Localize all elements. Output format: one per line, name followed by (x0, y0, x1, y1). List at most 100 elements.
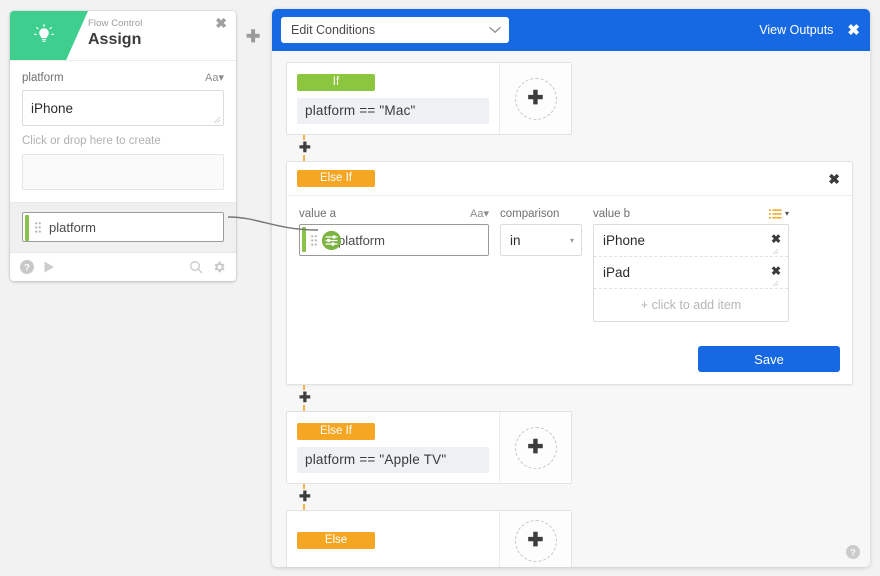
chevron-down-icon: ▾ (570, 236, 574, 245)
list-icon (769, 209, 782, 219)
condition-row-content: Else If platform == "Apple TV" (287, 412, 499, 483)
create-field-hint: Click or drop here to create (22, 130, 224, 152)
value-b-type-toggle[interactable]: ▾ (769, 206, 789, 222)
condition-row-else[interactable]: Else ✚ (286, 510, 572, 567)
connector-1: ✚ (286, 135, 572, 161)
value-b-list: iPhone ✖ iPad ✖ (593, 224, 789, 322)
list-item[interactable]: iPhone ✖ (594, 225, 788, 257)
comparison-select[interactable]: in ▾ (500, 224, 582, 256)
resize-grip-icon[interactable] (213, 116, 221, 124)
platform-field-label-row: platform Aa▾ (22, 69, 224, 87)
condition-row-content: If platform == "Mac" (287, 63, 499, 134)
create-field-dropzone[interactable] (22, 154, 224, 190)
close-icon[interactable]: ✖ (847, 23, 860, 38)
node-variable-area: platform (10, 202, 236, 252)
insert-condition-button[interactable]: ✚ (297, 489, 313, 503)
plus-icon: ✚ (528, 91, 544, 107)
node-footer: ? (10, 252, 236, 281)
condition-expression[interactable]: platform == "Mac" (297, 98, 489, 124)
screen-root: Flow Control Assign ✖ platform Aa▾ iPhon… (0, 0, 880, 576)
conditions-topbar-actions: View Outputs ✖ (759, 23, 860, 38)
remove-item-icon[interactable]: ✖ (771, 265, 781, 277)
badge-else-if: Else If (297, 170, 375, 187)
chevron-down-icon (489, 26, 501, 34)
value-b-column: value b ▾ (593, 206, 789, 322)
condition-editor-else-if: Else If ✖ value a Aa▾ (286, 161, 853, 385)
gear-icon[interactable] (212, 260, 226, 274)
help-icon[interactable]: ? (846, 545, 860, 559)
platform-value-text: iPhone (31, 101, 73, 116)
edit-conditions-select[interactable]: Edit Conditions (281, 17, 509, 43)
plus-icon: ✚ (528, 440, 544, 456)
conditions-topbar: Edit Conditions View Outputs ✖ (272, 9, 870, 51)
condition-editor-header: Else If ✖ (287, 162, 852, 196)
condition-add-cell: ✚ (499, 511, 571, 567)
search-icon[interactable] (189, 260, 203, 274)
add-action-button[interactable]: ✚ (515, 427, 557, 469)
condition-add-cell: ✚ (499, 412, 571, 483)
close-icon[interactable]: ✖ (828, 172, 840, 186)
condition-row-if[interactable]: If platform == "Mac" ✚ (286, 62, 572, 135)
text-type-toggle-icon[interactable]: Aa▾ (470, 206, 489, 222)
insert-condition-button[interactable]: ✚ (297, 390, 313, 404)
platform-value-input[interactable]: iPhone (22, 90, 224, 126)
value-a-label-row: value a Aa▾ (299, 206, 489, 222)
resize-grip-icon[interactable] (772, 248, 779, 255)
comparison-label: comparison (500, 206, 559, 222)
play-icon[interactable] (43, 260, 56, 274)
condition-row-else-if-appletv[interactable]: Else If platform == "Apple TV" ✚ (286, 411, 572, 484)
comparison-value: in (510, 233, 521, 248)
list-item-value: iPad (603, 265, 630, 280)
save-row: Save (299, 346, 840, 372)
node-title: Assign (88, 30, 143, 49)
plus-icon: ✚ (528, 533, 544, 549)
value-a-input[interactable]: platform (299, 224, 489, 256)
drag-handle-icon[interactable] (35, 222, 41, 234)
lightbulb-icon (32, 23, 56, 47)
comparison-column: comparison in ▾ (500, 206, 582, 256)
remove-item-icon[interactable]: ✖ (771, 233, 781, 245)
platform-field-label: platform (22, 69, 64, 87)
variable-pill-platform[interactable]: platform (22, 212, 224, 242)
edit-conditions-select-value: Edit Conditions (291, 23, 375, 37)
insert-condition-button[interactable]: ✚ (297, 140, 313, 154)
chevron-down-icon: ▾ (785, 206, 789, 222)
conditions-body: If platform == "Mac" ✚ ✚ Else If ✖ (272, 51, 870, 567)
node-title-block: Flow Control Assign (88, 17, 143, 49)
list-item-value: iPhone (603, 233, 645, 248)
value-a-text: platform (338, 233, 385, 248)
svg-text:?: ? (850, 548, 856, 559)
value-b-label: value b (593, 206, 630, 222)
resize-grip-icon[interactable] (772, 280, 779, 287)
node-header: Flow Control Assign ✖ (10, 11, 236, 60)
edit-conditions-panel: Edit Conditions View Outputs ✖ If platfo… (272, 9, 870, 567)
value-b-label-row: value b ▾ (593, 206, 789, 222)
add-action-button[interactable]: ✚ (515, 78, 557, 120)
node-footer-right (189, 260, 226, 274)
save-button[interactable]: Save (698, 346, 840, 372)
condition-editor-body: value a Aa▾ (287, 196, 852, 384)
close-icon[interactable]: ✖ (215, 16, 227, 30)
drag-handle-icon[interactable] (311, 235, 317, 247)
condition-expression[interactable]: platform == "Apple TV" (297, 447, 489, 473)
node-kicker: Flow Control (88, 17, 143, 30)
help-icon[interactable]: ? (20, 260, 34, 274)
node-body: platform Aa▾ iPhone Click or drop here t… (10, 60, 236, 202)
comparison-label-row: comparison (500, 206, 582, 222)
badge-else: Else (297, 532, 375, 549)
badge-if: If (297, 74, 375, 91)
variable-pill-label: platform (49, 220, 96, 235)
badge-else-if: Else If (297, 423, 375, 440)
list-item[interactable]: iPad ✖ (594, 257, 788, 289)
add-node-button[interactable]: ✚ (246, 28, 260, 45)
condition-row-content: Else (287, 511, 499, 567)
connector-3: ✚ (286, 484, 572, 510)
add-list-item-button[interactable]: + click to add item (594, 289, 788, 321)
save-button-label: Save (754, 352, 784, 367)
view-outputs-button[interactable]: View Outputs (759, 23, 833, 37)
node-footer-left: ? (20, 260, 56, 274)
text-type-toggle-icon[interactable]: Aa▾ (205, 69, 224, 87)
svg-text:?: ? (24, 263, 30, 274)
condition-add-cell: ✚ (499, 63, 571, 134)
add-action-button[interactable]: ✚ (515, 520, 557, 562)
